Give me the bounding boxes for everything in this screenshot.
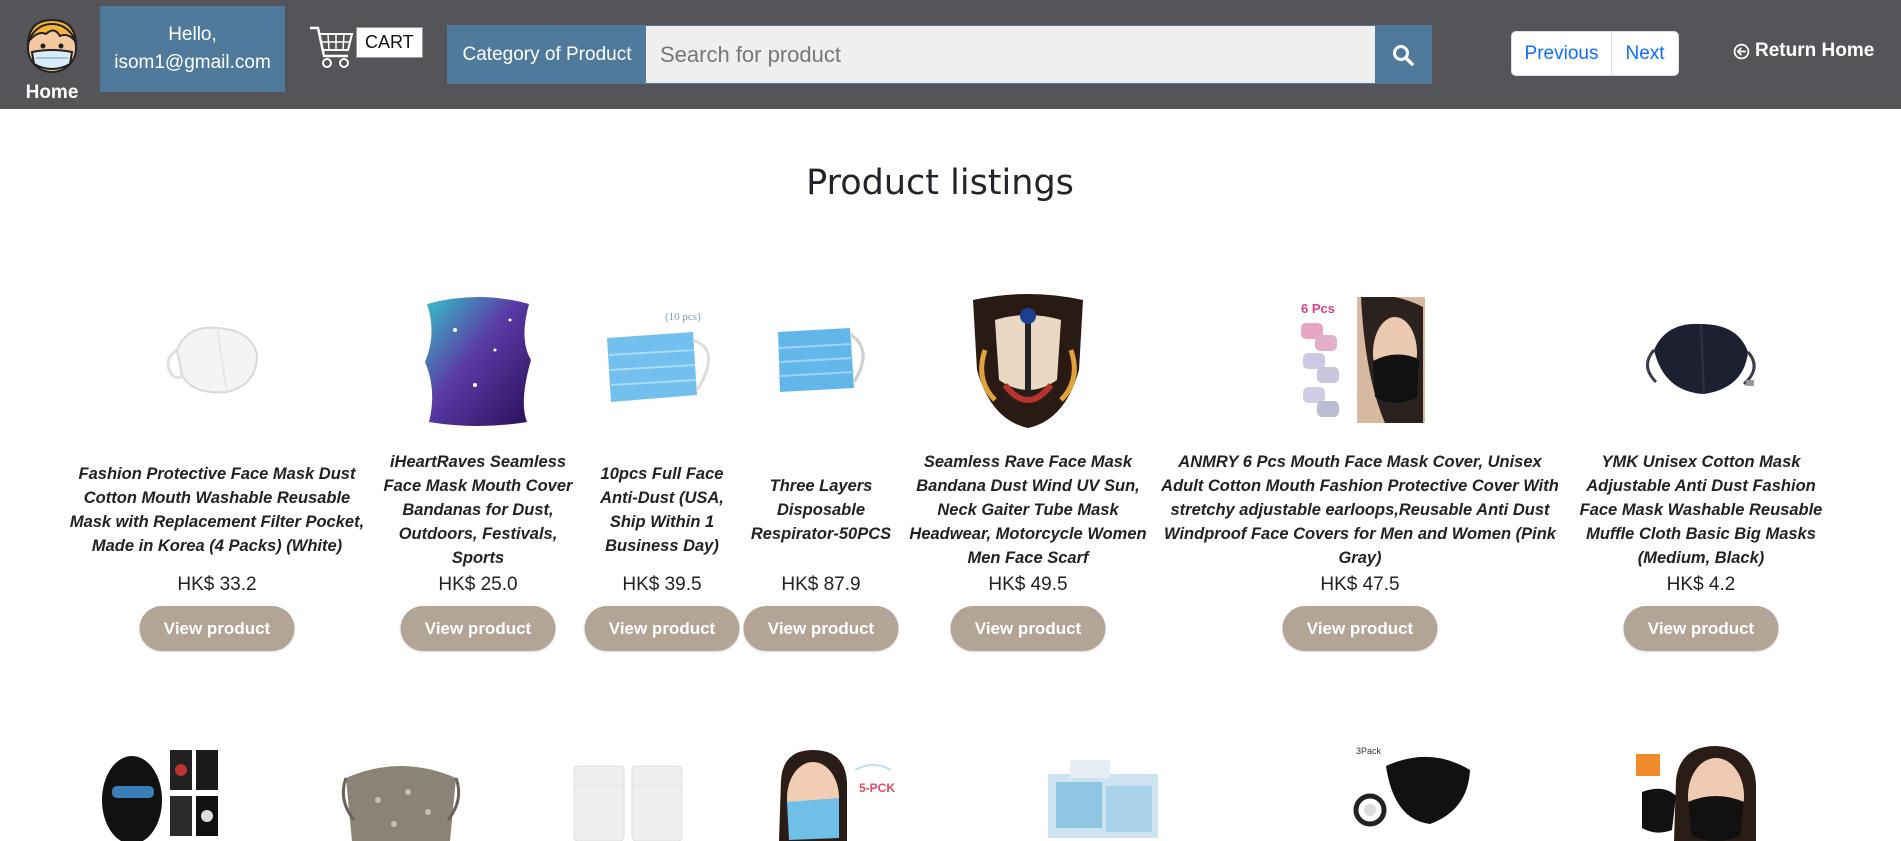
- masked-face-logo-icon: [26, 18, 78, 73]
- product-image[interactable]: [1040, 740, 1166, 841]
- page-title: Product listings: [806, 163, 1074, 203]
- product-price: HK$ 87.9: [781, 574, 861, 595]
- product-name[interactable]: ANMRY 6 Pcs Mouth Face Mask Cover, Unise…: [1158, 450, 1562, 570]
- view-product-button[interactable]: View product: [1282, 606, 1438, 651]
- product-image[interactable]: [1576, 290, 1826, 430]
- woman-blue-mask-image: 5-PCK: [773, 740, 899, 841]
- product-image[interactable]: [909, 290, 1147, 430]
- product-image[interactable]: [98, 740, 224, 841]
- product-price: HK$ 47.5: [1320, 574, 1400, 595]
- cart-label: CART: [356, 27, 423, 58]
- product-image[interactable]: 5-PCK: [773, 740, 899, 841]
- view-product-button[interactable]: View product: [950, 606, 1106, 651]
- five-pack-label: 5-PCK: [859, 781, 895, 795]
- top-navbar: Home Hello, isom1@gmail.com CART Categor…: [0, 0, 1901, 109]
- product-name[interactable]: iHeartRaves Seamless Face Mask Mouth Cov…: [380, 450, 576, 570]
- product-card: 6 Pcs ANMRY 6 Pcs Mouth Face Mask Cover,…: [1158, 290, 1562, 660]
- search-button[interactable]: [1375, 26, 1431, 83]
- user-greeting[interactable]: Hello, isom1@gmail.com: [100, 6, 285, 92]
- return-home-label: Return Home: [1755, 40, 1875, 61]
- galaxy-bandana-image: [425, 297, 531, 426]
- next-page-button[interactable]: Next: [1612, 32, 1678, 75]
- packaged-masks-image: [1048, 760, 1158, 838]
- product-card: (10 pcs) 10pcs Full Face Anti-Dust (USA,…: [584, 290, 740, 660]
- home-link[interactable]: Home: [20, 12, 84, 103]
- product-image[interactable]: 6 Pcs: [1158, 290, 1562, 430]
- view-product-button[interactable]: View product: [1623, 606, 1779, 651]
- product-price: HK$ 25.0: [438, 574, 518, 595]
- return-home-link[interactable]: Return Home: [1733, 40, 1874, 62]
- search-bar: Category of Product: [447, 25, 1432, 84]
- product-name[interactable]: YMK Unisex Cotton Mask Adjustable Anti D…: [1576, 450, 1826, 570]
- user-email: isom1@gmail.com: [114, 52, 271, 73]
- product-card: Fashion Protective Face Mask Dust Cotton…: [68, 290, 366, 660]
- cart-link[interactable]: CART: [308, 22, 423, 72]
- filter-inserts-image: [573, 765, 683, 841]
- sequin-mask-image: [341, 766, 461, 841]
- white-mask-image: [166, 326, 259, 394]
- product-card: YMK Unisex Cotton Mask Adjustable Anti D…: [1576, 290, 1826, 660]
- view-product-button[interactable]: View product: [139, 606, 295, 651]
- search-input[interactable]: [646, 26, 1375, 83]
- pagination: Previous Next: [1511, 31, 1679, 76]
- product-image[interactable]: [747, 290, 895, 430]
- pack-label: (10 pcs): [665, 311, 701, 323]
- product-image[interactable]: (10 pcs): [590, 290, 734, 430]
- previous-page-button[interactable]: Previous: [1512, 32, 1612, 75]
- product-card: iHeartRaves Seamless Face Mask Mouth Cov…: [380, 290, 576, 660]
- three-pack-label: 3Pack: [1356, 746, 1382, 756]
- product-price: HK$ 33.2: [177, 574, 257, 595]
- blue-disposable-mask-image: [778, 328, 865, 392]
- product-price: HK$ 4.2: [1666, 574, 1736, 595]
- product-price: HK$ 49.5: [988, 574, 1068, 595]
- product-price: HK$ 39.5: [622, 574, 702, 595]
- home-label: Home: [25, 82, 79, 103]
- product-card: Seamless Rave Face Mask Bandana Dust Win…: [909, 290, 1147, 660]
- product-image[interactable]: 3Pack: [1350, 740, 1476, 841]
- product-name[interactable]: Seamless Rave Face Mask Bandana Dust Win…: [909, 450, 1147, 570]
- biker-mask-image: [98, 740, 224, 841]
- category-dropdown-button[interactable]: Category of Product: [448, 26, 646, 83]
- product-name[interactable]: Fashion Protective Face Mask Dust Cotton…: [68, 462, 366, 558]
- product-name[interactable]: Three Layers Disposable Respirator-50PCS: [747, 474, 895, 546]
- shopping-cart-icon: [310, 26, 354, 68]
- view-product-button[interactable]: View product: [743, 606, 899, 651]
- anmry-mask-set-image: 6 Pcs: [1295, 297, 1425, 423]
- product-image[interactable]: [570, 740, 696, 841]
- product-image[interactable]: [68, 290, 366, 430]
- rave-face-mask-image: [973, 294, 1083, 428]
- black-ice-mask-image: 3Pack: [1353, 746, 1470, 827]
- six-pcs-label: 6 Pcs: [1301, 301, 1335, 316]
- product-card: Three Layers Disposable Respirator-50PCS…: [743, 290, 899, 660]
- blue-surgical-mask-image: (10 pcs): [607, 311, 711, 402]
- product-image[interactable]: [338, 740, 464, 841]
- view-product-button[interactable]: View product: [584, 606, 740, 651]
- greeting-text: Hello,: [168, 24, 217, 45]
- product-name[interactable]: 10pcs Full Face Anti-Dust (USA, Ship Wit…: [590, 462, 734, 558]
- search-icon: [1393, 44, 1414, 66]
- woman-black-mask-image: [1636, 746, 1756, 841]
- arrow-left-circle-icon: [1733, 43, 1750, 59]
- black-cotton-mask-image: [1646, 323, 1756, 395]
- product-image[interactable]: [380, 290, 576, 430]
- product-image[interactable]: [1636, 740, 1762, 841]
- view-product-button[interactable]: View product: [400, 606, 556, 651]
